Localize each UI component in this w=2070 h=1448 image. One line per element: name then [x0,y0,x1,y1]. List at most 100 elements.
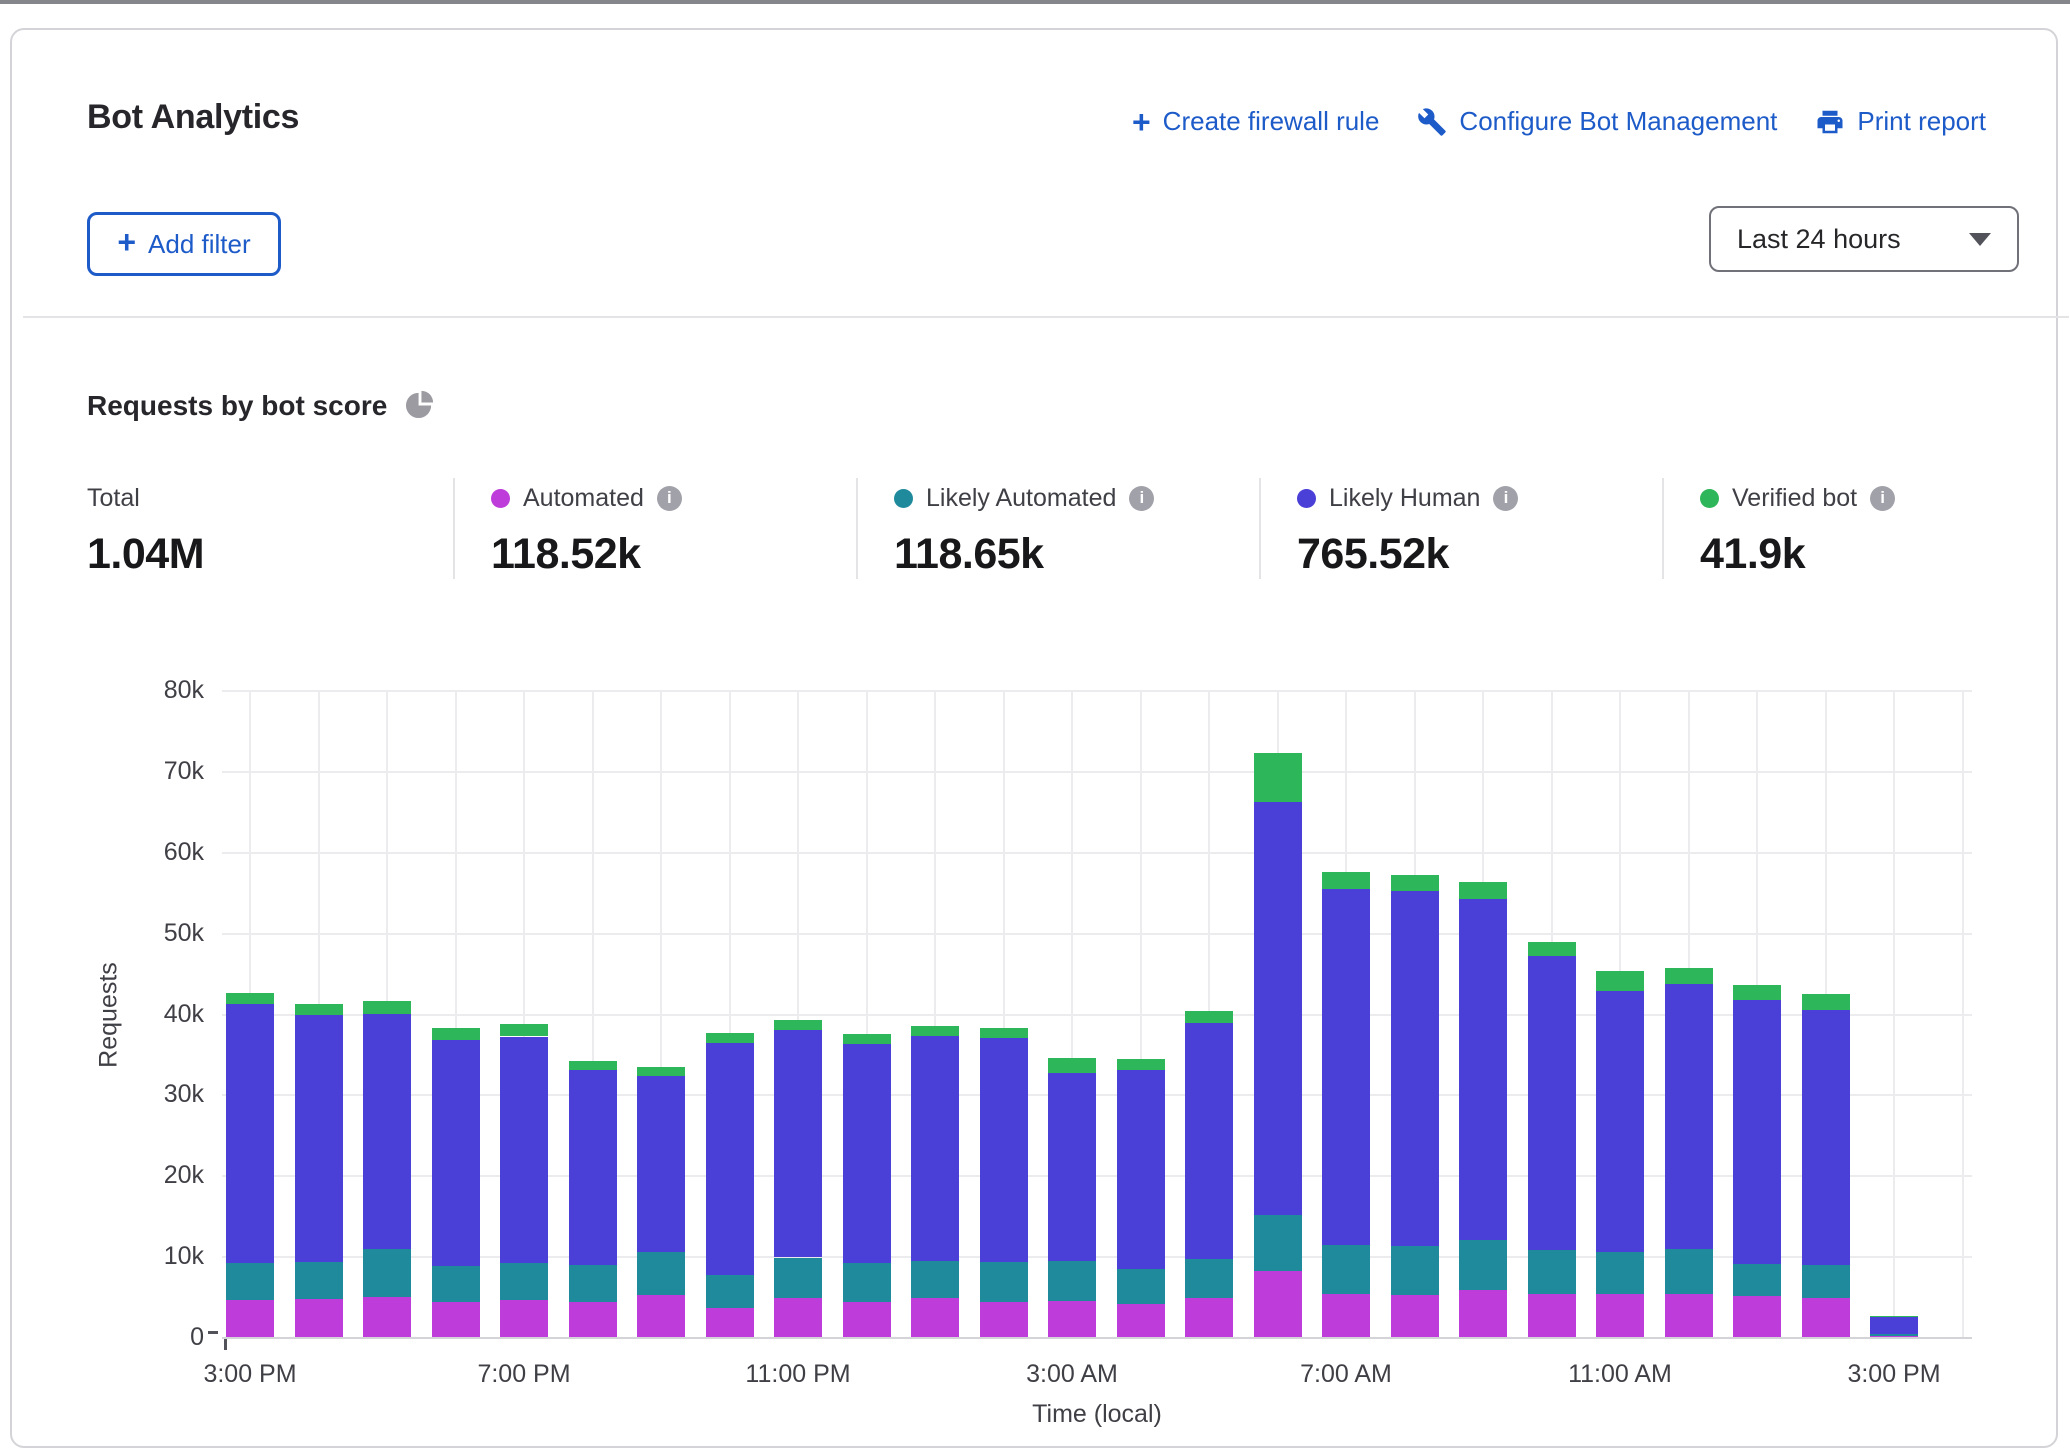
bar-segment-likely-automated [980,1262,1028,1302]
bar-700pm[interactable] [500,1024,548,1338]
time-range-select[interactable]: Last 24 hours [1709,206,2019,272]
configure-bot-management-link[interactable]: Configure Bot Management [1417,106,1777,137]
x-axis-line [222,1337,1972,1339]
chart-plot-area: 010k20k30k40k50k60k70k80k3:00 PM7:00 PM1… [222,691,1972,1338]
bar-900am[interactable] [1459,882,1507,1338]
y-tick-label: 60k [134,838,204,867]
info-icon[interactable]: i [1870,486,1895,511]
info-icon[interactable]: i [1129,486,1154,511]
printer-icon [1815,107,1845,137]
bar-300am[interactable] [1048,1058,1096,1338]
bar-800pm[interactable] [569,1061,617,1338]
bar-segment-likely-automated [569,1265,617,1302]
x-tick-label: 7:00 PM [477,1360,570,1389]
bar-segment-automated [843,1302,891,1338]
bar-segment-verified-bot [569,1061,617,1070]
x-tick-label: 3:00 AM [1026,1360,1118,1389]
bar-segment-automated [1528,1294,1576,1338]
bar-segment-likely-human [226,1004,274,1263]
bar-1200pm[interactable] [1665,968,1713,1338]
bar-segment-verified-bot [1391,875,1439,891]
stat-value: 41.9k [1700,530,2065,579]
bar-segment-verified-bot [1459,882,1507,899]
info-icon[interactable]: i [1493,486,1518,511]
bar-100pm[interactable] [1733,985,1781,1338]
bar-segment-verified-bot [1665,968,1713,984]
bar-segment-automated [1596,1294,1644,1338]
bar-1200am[interactable] [843,1034,891,1338]
bar-300pm[interactable] [1870,1316,1918,1338]
bar-900pm[interactable] [637,1067,685,1338]
bar-segment-verified-bot [1185,1011,1233,1023]
x-tick-label: 11:00 AM [1568,1360,1672,1389]
bar-segment-verified-bot [295,1004,343,1015]
stat-value: 765.52k [1297,530,1662,579]
print-report-link[interactable]: Print report [1815,106,1986,137]
bar-segment-likely-automated [226,1263,274,1300]
section-title-row: Requests by bot score [87,388,436,424]
bar-segment-verified-bot [1596,971,1644,991]
bar-segment-likely-automated [1802,1265,1850,1298]
bar-1100pm[interactable] [774,1020,822,1338]
requests-by-bot-score-chart: Requests 010k20k30k40k50k60k70k80k3:00 P… [12,660,2070,1424]
page-title: Bot Analytics [87,98,299,137]
stat-column: Likely Human i 765.52k [1259,478,1662,579]
x-tick-label: 3:00 PM [203,1360,296,1389]
bar-segment-likely-human [843,1044,891,1263]
bar-600pm[interactable] [432,1027,480,1338]
bar-segment-likely-human [1391,891,1439,1246]
bar-segment-verified-bot [1322,872,1370,889]
bar-segment-verified-bot [1802,994,1850,1010]
add-filter-button[interactable]: + Add filter [87,212,281,276]
info-icon[interactable]: i [657,486,682,511]
bar-segment-verified-bot [774,1020,822,1030]
bar-segment-likely-human [911,1036,959,1261]
bar-segment-automated [706,1308,754,1338]
bar-segment-likely-human [1117,1070,1165,1269]
bar-segment-likely-automated [1254,1215,1302,1271]
x-axis-origin-tick [224,1338,227,1350]
bar-1000am[interactable] [1528,943,1576,1338]
create-firewall-rule-label: Create firewall rule [1163,106,1380,137]
bar-segment-likely-human [1870,1317,1918,1334]
bar-400pm[interactable] [295,1005,343,1338]
bar-1000pm[interactable] [706,1033,754,1338]
bar-segment-verified-bot [911,1026,959,1036]
bar-segment-likely-automated [295,1262,343,1299]
bar-100am[interactable] [911,1027,959,1338]
stat-column: Likely Automated i 118.65k [856,478,1259,579]
bar-segment-likely-human [1322,889,1370,1245]
horizontal-gridline [222,690,1972,692]
chevron-down-icon [1969,233,1991,246]
x-tick-label: 11:00 PM [745,1360,850,1389]
create-firewall-rule-link[interactable]: + Create firewall rule [1132,106,1379,137]
bar-500pm[interactable] [363,1001,411,1338]
bar-500am[interactable] [1185,1010,1233,1338]
bar-300pm[interactable] [226,993,274,1338]
bar-segment-likely-human [637,1076,685,1252]
bar-segment-automated [569,1302,617,1338]
bar-200pm[interactable] [1802,994,1850,1338]
stat-column: Total i 1.04M [87,478,453,579]
bar-segment-likely-human [363,1014,411,1249]
configure-bot-management-label: Configure Bot Management [1459,106,1777,137]
bar-1100am[interactable] [1596,971,1644,1338]
bar-segment-automated [1322,1294,1370,1338]
bar-700am[interactable] [1322,872,1370,1338]
bar-segment-automated [226,1300,274,1338]
y-axis-title: Requests [95,962,124,1068]
stat-label: Automated [523,484,644,513]
bar-segment-verified-bot [1117,1059,1165,1070]
bar-segment-likely-automated [1733,1264,1781,1296]
bar-segment-verified-bot [500,1024,548,1036]
bar-200am[interactable] [980,1028,1028,1338]
stat-label: Total [87,484,140,513]
stat-column: Verified bot i 41.9k [1662,478,2065,579]
stats-row: Total i 1.04M Automated i 118.52k Likely… [87,478,2007,579]
bar-600am[interactable] [1254,753,1302,1338]
stat-column: Automated i 118.52k [453,478,856,579]
bar-segment-automated [774,1298,822,1338]
bar-800am[interactable] [1391,875,1439,1338]
bar-segment-automated [911,1298,959,1338]
bar-400am[interactable] [1117,1059,1165,1338]
